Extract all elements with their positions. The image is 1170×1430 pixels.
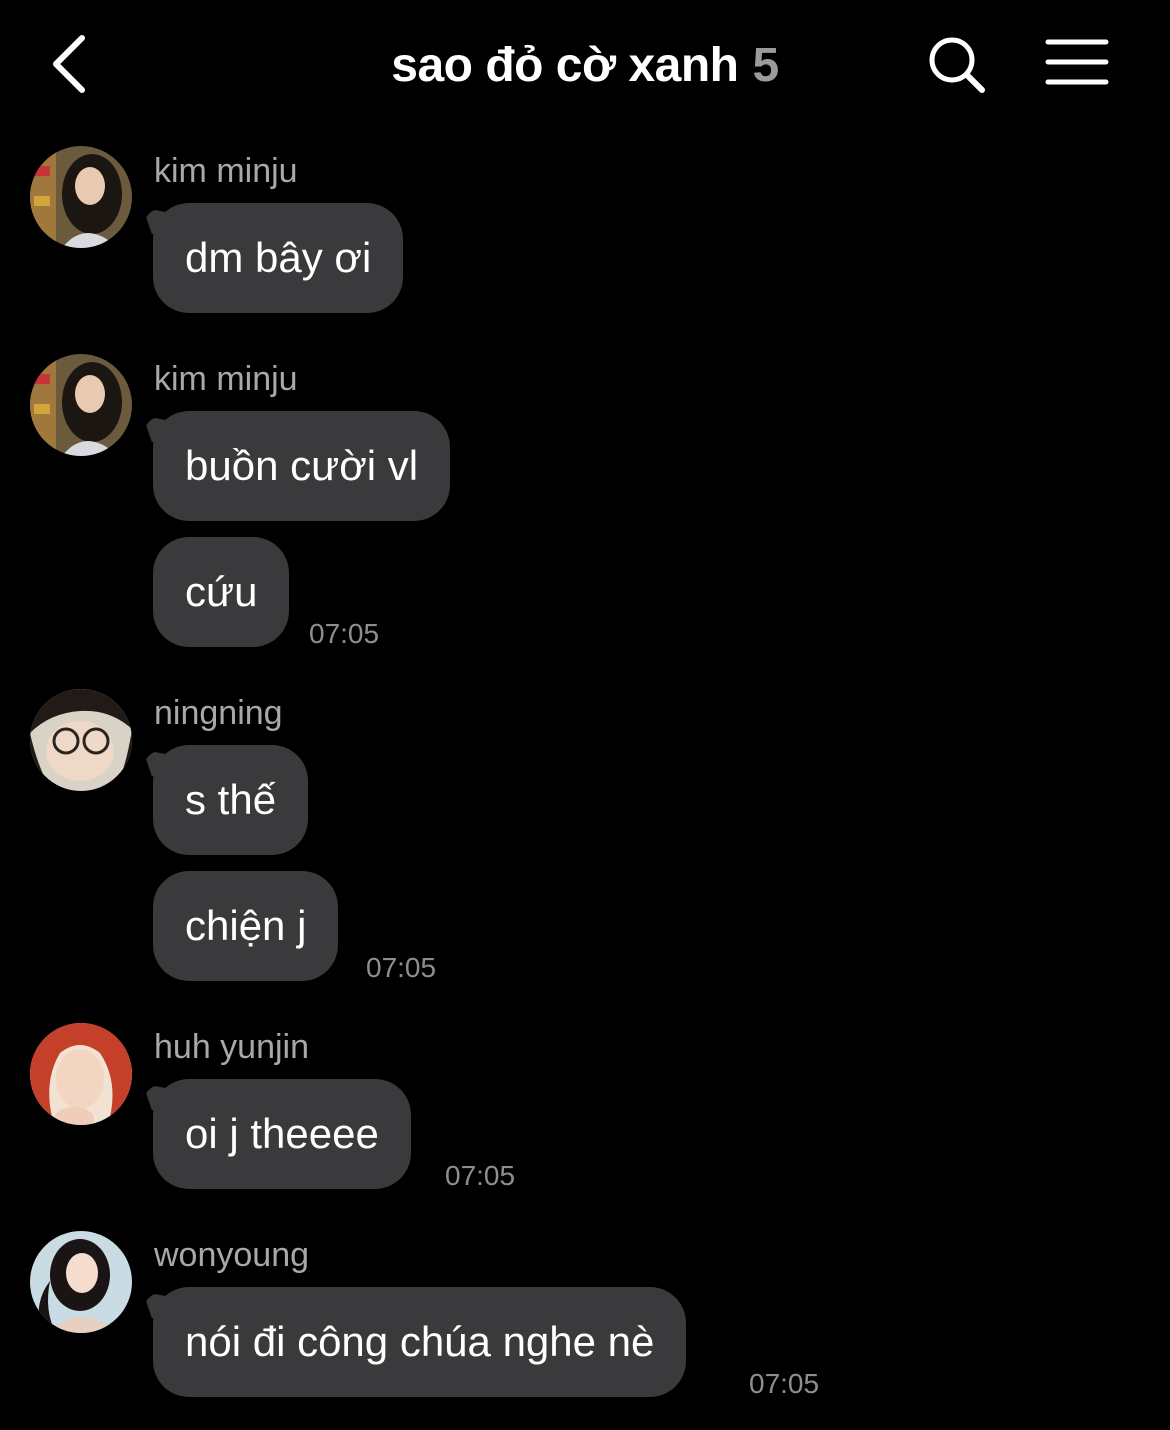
message-text: cứu: [185, 568, 258, 615]
message-time: 07:05: [309, 618, 380, 649]
message-text: s thế: [185, 776, 277, 823]
sender-name: kim minju: [154, 360, 298, 398]
sender-name: kim minju: [154, 152, 298, 190]
message-text: dm bây ơi: [185, 234, 372, 281]
message-bubble[interactable]: oi j theeee: [153, 1079, 411, 1189]
avatar-kim-minju[interactable]: [30, 146, 132, 248]
message-time: 07:05: [366, 952, 437, 983]
sender-name: huh yunjin: [154, 1028, 310, 1066]
search-button[interactable]: [926, 34, 990, 98]
message-text: chiện j: [185, 902, 307, 949]
hamburger-menu-icon: [1045, 39, 1109, 85]
message-time: 07:05: [445, 1160, 516, 1191]
message-bubble[interactable]: s thế: [153, 745, 309, 855]
menu-button[interactable]: [1040, 34, 1114, 90]
sender-name: wonyoung: [154, 1236, 310, 1274]
message-bubble[interactable]: nói đi công chúa nghe nè: [153, 1287, 687, 1397]
avatar-ningning[interactable]: [30, 689, 132, 791]
message-text: buồn cười vl: [185, 442, 419, 489]
message-bubble[interactable]: buồn cười vl: [153, 411, 451, 521]
message-text: oi j theeee: [185, 1110, 379, 1157]
message-bubble[interactable]: cứu: [153, 537, 290, 647]
search-icon: [929, 37, 985, 93]
message-bubble[interactable]: dm bây ơi: [153, 203, 404, 313]
chat-header: sao đỏ cờ xanh 5: [0, 0, 1170, 130]
message-text: nói đi công chúa nghe nè: [185, 1318, 655, 1365]
message-time: 07:05: [749, 1368, 820, 1399]
avatar-wonyoung[interactable]: [30, 1231, 132, 1333]
avatar-kim-minju[interactable]: [30, 354, 132, 456]
message-bubble[interactable]: chiện j: [153, 871, 339, 981]
group-name: sao đỏ cờ xanh: [391, 39, 739, 92]
member-count: 5: [752, 39, 780, 92]
avatar-huh-yunjin[interactable]: [30, 1023, 132, 1125]
sender-name: ningning: [154, 694, 283, 732]
chat-title[interactable]: sao đỏ cờ xanh 5: [0, 38, 1170, 93]
